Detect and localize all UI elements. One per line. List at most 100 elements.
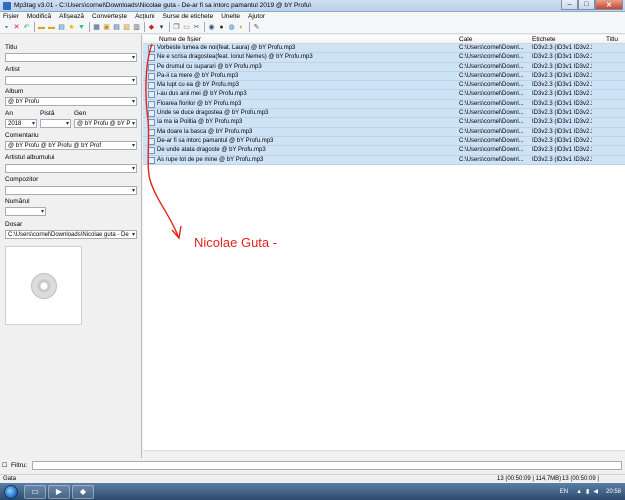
copy-icon[interactable]: ❐ bbox=[172, 23, 181, 32]
filter-icon[interactable]: ▼ bbox=[77, 23, 86, 32]
system-tray: EN ▲ ▮ ◀ 20:58 bbox=[560, 483, 621, 500]
dropdown-icon[interactable]: ▾ bbox=[157, 23, 166, 32]
table-row[interactable]: Pe drumul cu suparari @ bY Profu.mp3 C:\U… bbox=[143, 62, 625, 72]
numarul-field[interactable]: ▾ bbox=[5, 207, 46, 216]
actions-icon[interactable]: ◆ bbox=[147, 23, 156, 32]
album-field[interactable]: @ bY Profu ▾ bbox=[5, 97, 137, 106]
column-header-path[interactable]: Cale bbox=[459, 36, 472, 43]
menu-fisier[interactable]: Fișier bbox=[3, 13, 19, 20]
row-path: C:\Users\cornel\Downl... bbox=[459, 110, 524, 117]
table-row[interactable]: Ia ma ia Politia @ bY Profu.mp3 C:\Users\… bbox=[143, 118, 625, 128]
row-tags: ID3v2.3 (ID3v1 ID3v2.3) bbox=[532, 82, 592, 89]
close-button[interactable]: ✕ bbox=[595, 0, 623, 10]
table-row[interactable]: Ma doare la basca @ bY Profu.mp3 C:\Users… bbox=[143, 127, 625, 137]
table-row[interactable]: Ne e scrisa dragostea(feat. Ionut Nemes)… bbox=[143, 53, 625, 63]
table-row[interactable]: De unde atata dragoste @ bY Profu.mp3 C:\… bbox=[143, 146, 625, 156]
row-path: C:\Users\cornel\Downl... bbox=[459, 100, 524, 107]
row-filename: Vorbeste lumea de noi(feat. Laura) @ bY … bbox=[157, 45, 296, 51]
undo-icon[interactable]: ↶ bbox=[22, 23, 31, 32]
chevron-down-icon[interactable]: ▾ bbox=[132, 54, 135, 61]
toolbar-separator bbox=[204, 22, 205, 32]
row-tags: ID3v2.3 (ID3v1 ID3v2.3) bbox=[532, 128, 592, 135]
dosar-field[interactable]: C:\Users\cornel\Downloads\Nicolae guta -… bbox=[5, 230, 137, 239]
table-row[interactable]: i-au dus anii mei @ bY Profu.mp3 C:\Users… bbox=[143, 90, 625, 100]
gen-value: @ bY Profu @ bY P bbox=[77, 121, 131, 127]
chevron-down-icon[interactable]: ▾ bbox=[132, 187, 135, 194]
taskbar-mp3tag-icon[interactable]: ◆ bbox=[72, 484, 94, 499]
tray-arrow-icon[interactable]: ▲ bbox=[576, 489, 582, 495]
delete-icon[interactable]: ✕ bbox=[12, 23, 21, 32]
web-icon[interactable]: ◍ bbox=[227, 23, 236, 32]
clock[interactable]: 20:58 bbox=[606, 489, 621, 495]
menu-surse-etichete[interactable]: Surse de etichete bbox=[163, 13, 214, 20]
save-icon[interactable]: ▪ bbox=[2, 23, 11, 32]
text-tag-icon[interactable]: ▥ bbox=[132, 23, 141, 32]
column-header-title[interactable]: Titlu bbox=[606, 36, 618, 43]
chevron-down-icon[interactable]: ▾ bbox=[66, 120, 69, 127]
start-button[interactable] bbox=[0, 483, 22, 500]
add-folder-icon[interactable]: ▬ bbox=[47, 23, 56, 32]
artist-field[interactable]: ▾ bbox=[5, 76, 137, 85]
row-tags: ID3v2.3 (ID3v1 ID3v2.3) bbox=[532, 147, 592, 154]
chevron-down-icon[interactable]: ▾ bbox=[132, 77, 135, 84]
volume-icon[interactable]: ◀ bbox=[593, 488, 598, 495]
row-path: C:\Users\cornel\Downl... bbox=[459, 128, 524, 135]
menu-actiuni[interactable]: Acțiuni bbox=[135, 13, 155, 20]
row-tags: ID3v2.3 (ID3v1 ID3v2.3) bbox=[532, 100, 592, 107]
row-filename: Ma doare la basca @ bY Profu.mp3 bbox=[157, 128, 253, 135]
menu-converteste[interactable]: Convertește bbox=[92, 13, 127, 20]
artistul-albumului-field[interactable]: ▾ bbox=[5, 164, 137, 173]
row-path: C:\Users\cornel\Downl... bbox=[459, 119, 524, 126]
paste-icon[interactable]: ▭ bbox=[182, 23, 191, 32]
table-row[interactable]: Pa-ii ca mere @ bY Profu.mp3 C:\Users\cor… bbox=[143, 71, 625, 82]
table-row[interactable]: Ma lupt cu ea @ bY Profu.mp3 C:\Users\cor… bbox=[143, 81, 625, 91]
chevron-down-icon[interactable]: ▾ bbox=[132, 165, 135, 172]
chevron-down-icon[interactable]: ▾ bbox=[132, 98, 135, 105]
chevron-down-icon[interactable]: ▾ bbox=[41, 208, 44, 215]
network-icon[interactable]: ▮ bbox=[586, 488, 589, 495]
playlist-icon[interactable]: ▤ bbox=[57, 23, 66, 32]
folder-open-icon[interactable]: ▬ bbox=[37, 23, 46, 32]
titlu-field[interactable]: ▾ bbox=[5, 53, 137, 62]
horizontal-scrollbar[interactable] bbox=[143, 450, 625, 458]
cover-art[interactable] bbox=[5, 246, 82, 325]
maximize-button[interactable]: □ bbox=[578, 0, 595, 10]
column-header-tags[interactable]: Etichete bbox=[532, 36, 556, 43]
taskbar-media-icon[interactable]: ▶ bbox=[48, 484, 70, 499]
pista-field[interactable]: ▾ bbox=[40, 119, 71, 128]
musicbrainz-icon[interactable]: ◐ bbox=[237, 23, 246, 32]
compozitor-field[interactable]: ▾ bbox=[5, 186, 137, 195]
gen-field[interactable]: @ bY Profu @ bY P ▾ bbox=[74, 119, 137, 128]
table-row[interactable]: As rupe tot de pe mine @ bY Profu.mp3 C:\… bbox=[143, 155, 625, 165]
an-field[interactable]: 2018 ▾ bbox=[5, 119, 37, 128]
filter-input[interactable] bbox=[32, 461, 622, 470]
menu-ajutor[interactable]: Ajutor bbox=[248, 13, 265, 20]
cut-icon[interactable]: ✂ bbox=[192, 23, 201, 32]
discogs-icon[interactable]: ● bbox=[217, 23, 226, 32]
filename-tag-icon[interactable]: ▧ bbox=[122, 23, 131, 32]
chevron-down-icon[interactable]: ▾ bbox=[132, 142, 135, 149]
comentariu-field[interactable]: @ bY Profu @ bY Profu @ bY Prof ▾ bbox=[5, 141, 137, 150]
table-row[interactable]: De-ar fi sa intorc pamantul @ bY Profu.m… bbox=[143, 136, 625, 147]
row-tags: ID3v2.3 (ID3v1 ID3v2.3) bbox=[532, 119, 592, 126]
chevron-down-icon[interactable]: ▾ bbox=[132, 231, 135, 238]
chevron-down-icon[interactable]: ▾ bbox=[132, 120, 135, 127]
wrench-icon[interactable]: ✎ bbox=[252, 23, 261, 32]
menu-modifica[interactable]: Modifică bbox=[27, 13, 51, 20]
star-icon[interactable]: ★ bbox=[67, 23, 76, 32]
convert-icon[interactable]: ▣ bbox=[102, 23, 111, 32]
menu-afiseaza[interactable]: Afișează bbox=[59, 13, 84, 20]
tag-filename-icon[interactable]: ▤ bbox=[112, 23, 121, 32]
table-row[interactable]: Floarea florilor @ bY Profu.mp3 C:\Users\… bbox=[143, 99, 625, 110]
table-row[interactable]: Unde se duce dragostea @ bY Profu.mp3 C:\… bbox=[143, 109, 625, 119]
tag-sources-icon[interactable]: ▦ bbox=[92, 23, 101, 32]
chevron-down-icon[interactable]: ▾ bbox=[32, 120, 35, 127]
menu-unelte[interactable]: Unelte bbox=[221, 13, 240, 20]
minimize-button[interactable]: – bbox=[561, 0, 578, 10]
filter-toggle-icon[interactable]: ☐ bbox=[2, 462, 7, 469]
table-row[interactable]: Vorbeste lumea de noi(feat. Laura) @ bY … bbox=[143, 44, 625, 54]
status-text: Gata bbox=[3, 476, 17, 482]
taskbar-explorer-icon[interactable]: ▭ bbox=[24, 484, 46, 499]
language-indicator[interactable]: EN bbox=[560, 489, 568, 495]
freedb-icon[interactable]: ◉ bbox=[207, 23, 216, 32]
